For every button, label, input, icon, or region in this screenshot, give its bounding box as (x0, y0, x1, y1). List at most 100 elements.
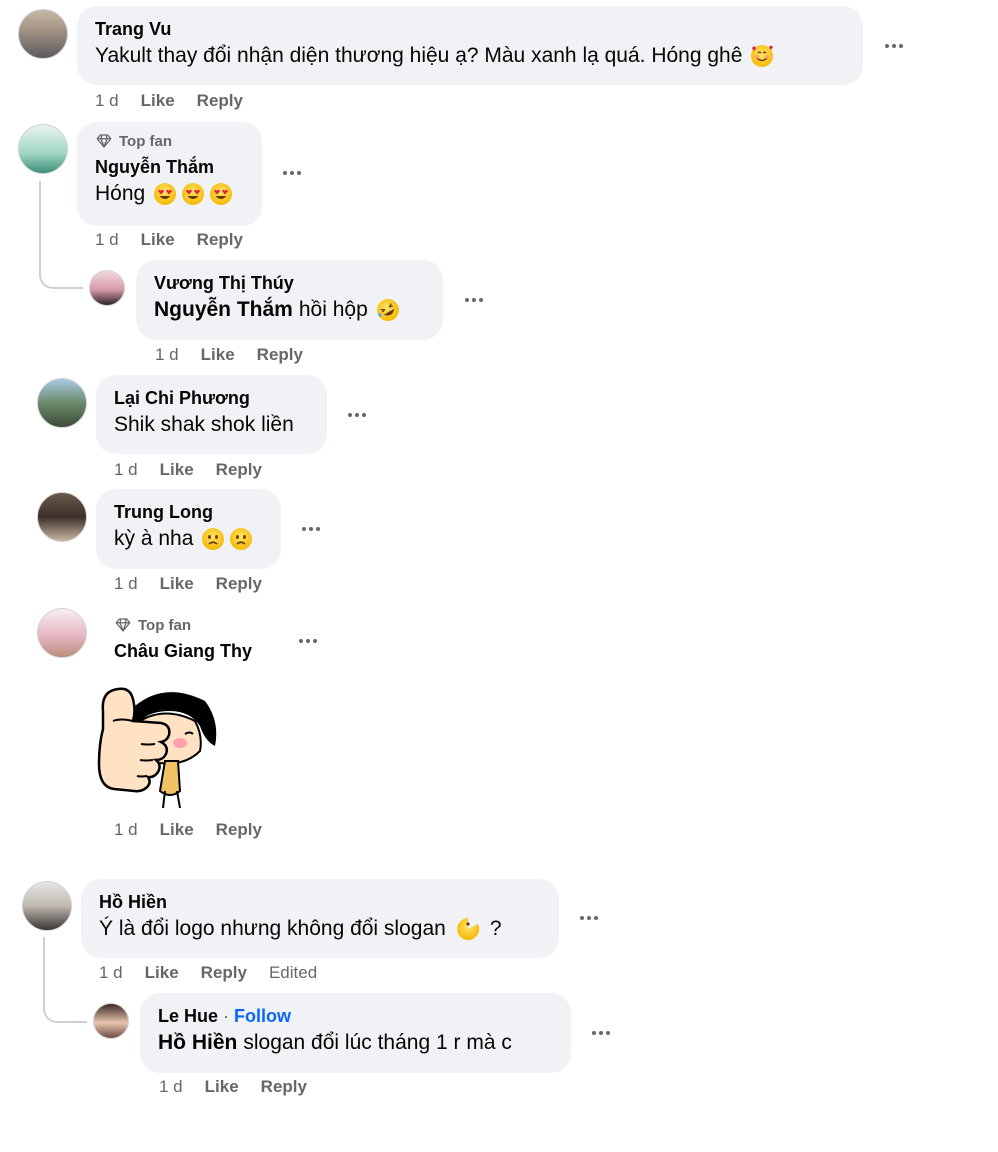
pacman-emoji (457, 918, 480, 940)
top-fan-label: Top fan (138, 616, 192, 634)
like-button[interactable]: Like (201, 345, 235, 365)
comment-text: kỳ à nha (114, 524, 263, 554)
more-options-icon[interactable] (575, 904, 603, 932)
comment-actions: 1 d Like Reply (95, 230, 265, 250)
reply-button[interactable]: Reply (216, 574, 262, 594)
comment-time[interactable]: 1 d (99, 963, 123, 983)
comment-text: Ý là đổi logo nhưng không đổi slogan ? (99, 914, 541, 944)
comment-author[interactable]: Trung Long (114, 500, 263, 524)
comment-time[interactable]: 1 d (114, 820, 138, 840)
reply-button[interactable]: Reply (216, 460, 262, 480)
heart-eyes-emoji (210, 183, 233, 205)
more-options-icon[interactable] (294, 627, 322, 655)
more-options-icon[interactable] (297, 515, 325, 543)
heart-eyes-emoji (182, 183, 205, 205)
avatar[interactable] (89, 270, 125, 306)
avatar[interactable] (37, 608, 87, 658)
comment-actions: 1 d Like Reply (159, 1077, 329, 1097)
more-options-icon[interactable] (278, 159, 306, 187)
comment-author[interactable]: Nguyễn Thắm (95, 155, 244, 179)
comment-text-suffix: ? (489, 917, 502, 940)
like-button[interactable]: Like (160, 574, 194, 594)
comment-text: Shik shak shok liền (114, 410, 309, 440)
like-button[interactable]: Like (160, 820, 194, 840)
comment-author[interactable]: Le Hue (158, 1006, 218, 1026)
reply-button[interactable]: Reply (197, 91, 243, 111)
comment-bubble: Lại Chi Phương Shik shak shok liền (96, 375, 327, 454)
avatar[interactable] (37, 492, 87, 542)
comment-text: Nguyễn Thắm hồi hộp (154, 295, 425, 325)
diamond-icon (96, 134, 112, 148)
follow-button[interactable]: Follow (234, 1006, 291, 1026)
thumbs-up-girl-sticker (97, 687, 217, 809)
more-options-icon[interactable] (880, 32, 908, 60)
frowning-emoji (230, 528, 253, 550)
comment-bubble: Top fan Nguyễn Thắm Hóng (77, 122, 262, 226)
comment-text-content: Shik shak shok liền (114, 413, 294, 436)
like-button[interactable]: Like (145, 963, 179, 983)
comment-actions: 1 d Like Reply (114, 574, 284, 594)
like-button[interactable]: Like (141, 230, 175, 250)
more-options-icon[interactable] (587, 1019, 615, 1047)
heart-eyes-emoji (154, 183, 177, 205)
comment-bubble: Vương Thị Thúy Nguyễn Thắm hồi hộp (136, 260, 443, 340)
avatar[interactable] (18, 124, 68, 174)
like-button[interactable]: Like (141, 91, 175, 111)
thread-line (43, 937, 87, 1023)
comment-time[interactable]: 1 d (114, 460, 138, 480)
avatar[interactable] (93, 1003, 129, 1039)
comment-text-content: kỳ à nha (114, 527, 194, 550)
mention-link[interactable]: Nguyễn Thắm (154, 295, 293, 325)
comment-author[interactable]: Hồ Hiền (99, 890, 541, 914)
comment-header: Top fan Châu Giang Thy (114, 616, 252, 663)
like-button[interactable]: Like (205, 1077, 239, 1097)
more-options-icon[interactable] (460, 286, 488, 314)
rofl-emoji (376, 299, 399, 321)
comment-actions: 1 d Like Reply Edited (99, 963, 339, 983)
comment-author[interactable]: Vương Thị Thúy (154, 271, 425, 295)
comment-text-content: Yakult thay đổi nhận diện thương hiệu ạ?… (95, 44, 743, 67)
comment-time[interactable]: 1 d (114, 574, 138, 594)
comment-bubble: Hồ Hiền Ý là đổi logo nhưng không đổi sl… (81, 879, 559, 958)
reply-button[interactable]: Reply (261, 1077, 307, 1097)
comment-actions: 1 d Like Reply (95, 91, 265, 111)
comment-time[interactable]: 1 d (159, 1077, 183, 1097)
frowning-emoji (202, 528, 225, 550)
avatar[interactable] (18, 9, 68, 59)
like-button[interactable]: Like (160, 460, 194, 480)
top-fan-badge: Top fan (95, 132, 244, 150)
comment-text-content: hồi hộp (298, 298, 368, 321)
comment-author-row: Le Hue · Follow (158, 1004, 553, 1028)
comment-bubble: Trung Long kỳ à nha (96, 489, 281, 569)
reply-button[interactable]: Reply (216, 820, 262, 840)
comment-author[interactable]: Trang Vu (95, 17, 845, 41)
comment-author[interactable]: Lại Chi Phương (114, 386, 309, 410)
more-options-icon[interactable] (343, 401, 371, 429)
comment-time[interactable]: 1 d (95, 230, 119, 250)
comment-bubble: Trang Vu Yakult thay đổi nhận diện thươn… (77, 6, 863, 85)
top-fan-badge: Top fan (114, 616, 252, 634)
edited-label: Edited (268, 963, 318, 982)
reply-button[interactable]: Reply (201, 963, 247, 983)
comment-author[interactable]: Châu Giang Thy (114, 639, 252, 663)
comment-text-content: slogan đổi lúc tháng 1 r mà c (243, 1031, 512, 1054)
top-fan-label: Top fan (119, 132, 173, 150)
comment-actions: 1 d Like Reply (155, 345, 325, 365)
comment-text: Hóng (95, 179, 244, 209)
comment-bubble: Le Hue · Follow Hồ Hiền slogan đổi lúc t… (140, 993, 571, 1073)
comment-text-content: Ý là đổi logo nhưng không đổi slogan (99, 917, 446, 940)
reply-button[interactable]: Reply (257, 345, 303, 365)
comment-time[interactable]: 1 d (155, 345, 179, 365)
avatar[interactable] (37, 378, 87, 428)
mention-link[interactable]: Hồ Hiền (158, 1028, 237, 1058)
comment-actions: 1 d Like Reply (114, 820, 284, 840)
comment-text: Yakult thay đổi nhận diện thương hiệu ạ?… (95, 41, 845, 71)
avatar[interactable] (22, 881, 72, 931)
comment-text: Hồ Hiền slogan đổi lúc tháng 1 r mà c (158, 1028, 553, 1058)
diamond-icon (115, 618, 131, 632)
comment-text-content: Hóng (95, 182, 146, 205)
smiling-hearts-emoji (751, 45, 774, 67)
comment-actions: 1 d Like Reply (114, 460, 284, 480)
comment-time[interactable]: 1 d (95, 91, 119, 111)
reply-button[interactable]: Reply (197, 230, 243, 250)
